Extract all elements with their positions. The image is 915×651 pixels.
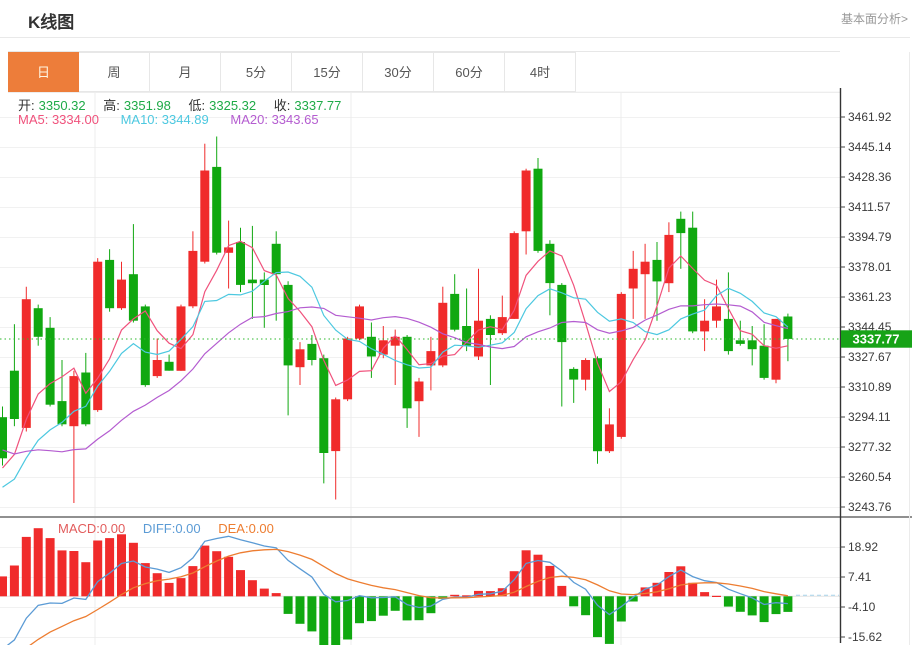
tab-5min[interactable]: 5分 bbox=[221, 52, 292, 92]
candles-layer bbox=[0, 137, 792, 504]
low-value: 3325.32 bbox=[209, 98, 256, 113]
svg-text:3428.36: 3428.36 bbox=[848, 170, 892, 184]
open-label: 开: bbox=[18, 98, 35, 113]
price-axis-labels: 3461.92 3445.14 3428.36 3411.57 3394.79 3378.… bbox=[840, 110, 892, 514]
ma-info-bar: MA5: 3334.00 MA10: 3344.89 MA20: 3343.65 bbox=[18, 112, 337, 127]
tab-4hour[interactable]: 4时 bbox=[505, 52, 576, 92]
fundamental-analysis-link[interactable]: 基本面分析> bbox=[841, 10, 908, 27]
dea-value: DEA:0.00 bbox=[218, 521, 274, 536]
svg-text:3294.11: 3294.11 bbox=[848, 410, 891, 424]
svg-text:3243.76: 3243.76 bbox=[848, 500, 892, 514]
svg-text:3394.79: 3394.79 bbox=[848, 230, 892, 244]
macd-value: MACD:0.00 bbox=[58, 521, 125, 536]
tab-day[interactable]: 日 bbox=[8, 52, 79, 92]
svg-text:3310.89: 3310.89 bbox=[848, 380, 892, 394]
page-title: K线图 bbox=[28, 8, 74, 33]
svg-text:3411.57: 3411.57 bbox=[848, 200, 891, 214]
macd-axis-labels: 18.92 7.41 -4.10 -15.62 bbox=[840, 540, 882, 644]
tab-week[interactable]: 周 bbox=[79, 52, 150, 92]
svg-text:-4.10: -4.10 bbox=[848, 600, 876, 614]
svg-text:3260.54: 3260.54 bbox=[848, 470, 892, 484]
close-value: 3337.77 bbox=[294, 98, 341, 113]
interval-tab-bar: 日周月5分15分30分60分4时 bbox=[8, 52, 576, 92]
diff-value: DIFF:0.00 bbox=[143, 521, 201, 536]
svg-text:3461.92: 3461.92 bbox=[848, 110, 892, 124]
tab-month[interactable]: 月 bbox=[150, 52, 221, 92]
tab-30min[interactable]: 30分 bbox=[363, 52, 434, 92]
svg-text:3277.32: 3277.32 bbox=[848, 440, 892, 454]
svg-text:3337.77: 3337.77 bbox=[853, 331, 900, 346]
svg-text:18.92: 18.92 bbox=[848, 540, 878, 554]
header-divider bbox=[0, 37, 910, 38]
svg-text:3445.14: 3445.14 bbox=[848, 140, 892, 154]
open-value: 3350.32 bbox=[39, 98, 86, 113]
high-value: 3351.98 bbox=[124, 98, 171, 113]
ma5-value: MA5: 3334.00 bbox=[18, 112, 99, 127]
page-root: { "page": { "title": "K线图", "link": "基本面… bbox=[0, 0, 915, 646]
svg-text:3361.23: 3361.23 bbox=[848, 290, 892, 304]
svg-text:-15.62: -15.62 bbox=[848, 630, 882, 644]
current-price-tag: 3337.77 bbox=[841, 330, 912, 347]
svg-text:7.41: 7.41 bbox=[848, 570, 872, 584]
svg-text:3327.67: 3327.67 bbox=[848, 350, 892, 364]
low-label: 低: bbox=[189, 98, 206, 113]
ma20-value: MA20: 3343.65 bbox=[230, 112, 318, 127]
macd-info-bar: MACD:0.00 DIFF:0.00 DEA:0.00 bbox=[58, 521, 288, 536]
ma10-value: MA10: 3344.89 bbox=[121, 112, 209, 127]
close-label: 收: bbox=[274, 98, 291, 113]
tab-15min[interactable]: 15分 bbox=[292, 52, 363, 92]
high-label: 高: bbox=[103, 98, 120, 113]
tab-60min[interactable]: 60分 bbox=[434, 52, 505, 92]
svg-text:3378.01: 3378.01 bbox=[848, 260, 892, 274]
